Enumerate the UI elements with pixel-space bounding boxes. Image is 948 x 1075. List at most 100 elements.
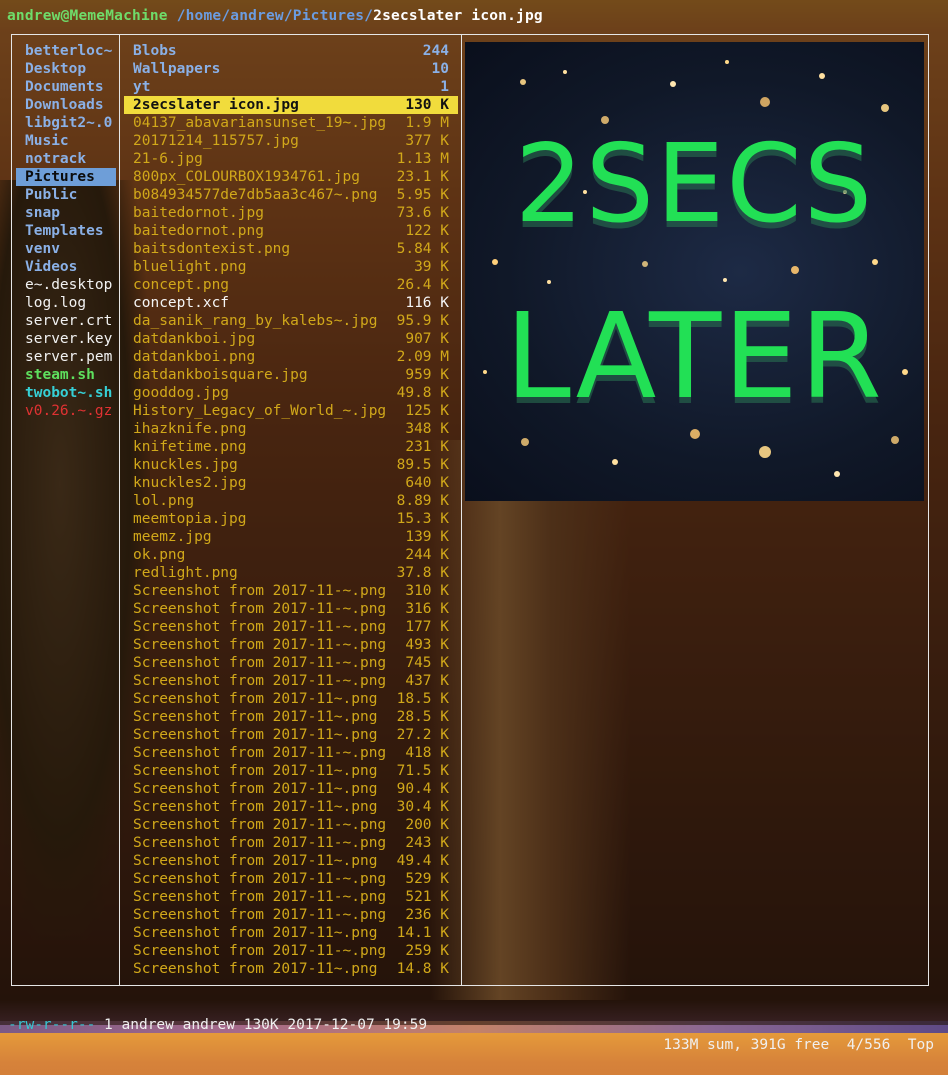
file-size: 5.84 K [396,241,449,257]
file-row[interactable]: 04137_abavariansunset_19~.jpg 1.9 M [124,114,458,132]
parent-directory-column[interactable]: betterloc~ Desktop Documents Downloads libgi… [16,42,116,420]
file-row[interactable]: da_sanik_rang_by_kalebs~.jpg 95.9 K [124,312,458,330]
file-row[interactable]: concept.png 26.4 K [124,276,458,294]
file-row[interactable]: Screenshot from 2017-11-~.png 521 K [124,888,458,906]
parent-entry[interactable]: Templates [16,222,116,240]
file-row[interactable]: ihazknife.png 348 K [124,420,458,438]
file-row[interactable]: Screenshot from 2017-11~.png 28.5 K [124,708,458,726]
file-size: 529 K [405,871,449,887]
file-row[interactable]: b084934577de7db5aa3c467~.png 5.95 K [124,186,458,204]
parent-entry[interactable]: notrack [16,150,116,168]
file-row[interactable]: Screenshot from 2017-11~.png 49.4 K [124,852,458,870]
file-size: 244 [422,43,449,59]
preview-text-line2: LATER [505,287,884,425]
file-row[interactable]: gooddog.jpg 49.8 K [124,384,458,402]
file-row[interactable]: Screenshot from 2017-11-~.png 200 K [124,816,458,834]
file-row[interactable]: Screenshot from 2017-11-~.png 316 K [124,600,458,618]
file-row[interactable]: bluelight.png 39 K [124,258,458,276]
file-row[interactable]: Screenshot from 2017-11~.png 27.2 K [124,726,458,744]
file-row[interactable]: 21-6.jpg 1.13 M [124,150,458,168]
file-name: knuckles.jpg [133,457,238,473]
current-directory-column[interactable]: Blobs 244 Wallpapers 10 yt 1 2secslater icon.j… [124,42,458,978]
file-row[interactable]: Screenshot from 2017-11-~.png 310 K [124,582,458,600]
file-row[interactable]: Screenshot from 2017-11~.png 14.1 K [124,924,458,942]
user-host: andrew@MemeMachine [7,8,168,24]
file-size: 316 K [405,601,449,617]
file-row[interactable]: Screenshot from 2017-11-~.png 493 K [124,636,458,654]
file-row[interactable]: Wallpapers 10 [124,60,458,78]
file-name: baitsdontexist.png [133,241,291,257]
status-summary: 133M sum, 391G free 4/556 Top [663,1037,934,1053]
selected-file-row[interactable]: 2secslater icon.jpg 130 K [124,96,458,114]
parent-entry[interactable]: steam.sh [16,366,116,384]
file-row[interactable]: Screenshot from 2017-11-~.png 236 K [124,906,458,924]
file-name: Screenshot from 2017-11-~.png [133,907,387,923]
file-name: 20171214_115757.jpg [133,133,299,149]
file-name: concept.xcf [133,295,230,311]
file-row[interactable]: baitsdontexist.png 5.84 K [124,240,458,258]
file-row[interactable]: knuckles2.jpg 640 K [124,474,458,492]
file-row[interactable]: ok.png 244 K [124,546,458,564]
parent-entry[interactable]: Music [16,132,116,150]
parent-entry[interactable]: twobot~.sh [16,384,116,402]
file-row[interactable]: lol.png 8.89 K [124,492,458,510]
file-size: 437 K [405,673,449,689]
file-name: Screenshot from 2017-11~.png [133,691,378,707]
path-bar: andrew@MemeMachine /home/andrew/Pictures… [7,6,543,26]
file-row[interactable]: baitedornot.png 122 K [124,222,458,240]
file-row[interactable]: Screenshot from 2017-11~.png 71.5 K [124,762,458,780]
terminal-window[interactable]: andrew@MemeMachine /home/andrew/Pictures… [0,0,948,1053]
file-row[interactable]: concept.xcf 116 K [124,294,458,312]
file-row[interactable]: Screenshot from 2017-11-~.png 745 K [124,654,458,672]
current-file: 2secslater icon.jpg [373,8,543,24]
parent-entry[interactable]: server.crt [16,312,116,330]
file-row[interactable]: Screenshot from 2017-11~.png 30.4 K [124,798,458,816]
file-row[interactable]: Screenshot from 2017-11-~.png 437 K [124,672,458,690]
file-row[interactable]: 800px_COLOURBOX1934761.jpg 23.1 K [124,168,458,186]
file-size: 521 K [405,889,449,905]
file-row[interactable]: Screenshot from 2017-11~.png 14.8 K [124,960,458,978]
file-row[interactable]: Screenshot from 2017-11-~.png 418 K [124,744,458,762]
file-row[interactable]: baitedornot.jpg 73.6 K [124,204,458,222]
file-name: 2secslater icon.jpg [133,97,299,113]
parent-entry[interactable]: e~.desktop [16,276,116,294]
parent-entry[interactable]: Documents [16,78,116,96]
file-row[interactable]: datdankboi.png 2.09 M [124,348,458,366]
parent-entry[interactable]: Pictures [16,168,116,186]
file-row[interactable]: History_Legacy_of_World_~.jpg 125 K [124,402,458,420]
file-row[interactable]: Screenshot from 2017-11-~.png 177 K [124,618,458,636]
file-row[interactable]: Screenshot from 2017-11-~.png 259 K [124,942,458,960]
parent-entry[interactable]: betterloc~ [16,42,116,60]
file-row[interactable]: meemz.jpg 139 K [124,528,458,546]
parent-entry[interactable]: log.log [16,294,116,312]
file-row[interactable]: datdankboi.jpg 907 K [124,330,458,348]
file-row[interactable]: Blobs 244 [124,42,458,60]
file-row[interactable]: yt 1 [124,78,458,96]
parent-entry[interactable]: server.key [16,330,116,348]
file-size: 200 K [405,817,449,833]
parent-entry[interactable]: libgit2~.0 [16,114,116,132]
parent-entry[interactable]: Downloads [16,96,116,114]
parent-entry[interactable]: Public [16,186,116,204]
file-row[interactable]: datdankboisquare.jpg 959 K [124,366,458,384]
parent-entry[interactable]: Desktop [16,60,116,78]
file-row[interactable]: Screenshot from 2017-11~.png 90.4 K [124,780,458,798]
file-row[interactable]: knuckles.jpg 89.5 K [124,456,458,474]
file-size: 15.3 K [396,511,449,527]
file-name: Screenshot from 2017-11-~.png [133,655,387,671]
file-row[interactable]: meemtopia.jpg 15.3 K [124,510,458,528]
parent-entry[interactable]: v0.26.~.gz [16,402,116,420]
parent-entry[interactable]: Videos [16,258,116,276]
file-row[interactable]: Screenshot from 2017-11-~.png 243 K [124,834,458,852]
city-lights-background [483,60,908,477]
file-row[interactable]: Screenshot from 2017-11-~.png 529 K [124,870,458,888]
parent-entry[interactable]: snap [16,204,116,222]
file-name: Screenshot from 2017-11-~.png [133,871,387,887]
file-row[interactable]: knifetime.png 231 K [124,438,458,456]
file-size: 907 K [405,331,449,347]
file-row[interactable]: Screenshot from 2017-11~.png 18.5 K [124,690,458,708]
file-row[interactable]: 20171214_115757.jpg 377 K [124,132,458,150]
file-row[interactable]: redlight.png 37.8 K [124,564,458,582]
parent-entry[interactable]: server.pem [16,348,116,366]
parent-entry[interactable]: venv [16,240,116,258]
